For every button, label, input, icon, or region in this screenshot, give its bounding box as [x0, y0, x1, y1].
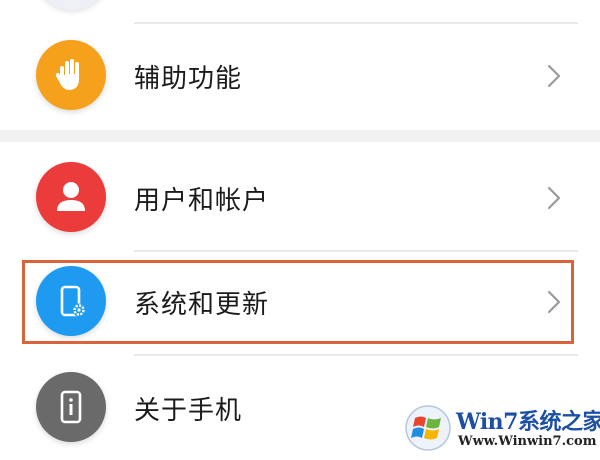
chevron-right-icon	[547, 186, 561, 210]
watermark-url: Www.Winwin7.com	[458, 434, 597, 449]
settings-item-icon-partial	[36, 0, 108, 10]
settings-screen: 辅助功能 用户和帐户 系统和更新 关于手机 Win7系统之家 Www.Winwi…	[0, 0, 600, 458]
settings-item-label: 关于手机	[134, 395, 243, 426]
settings-item-label: 辅助功能	[134, 63, 243, 94]
phone-info-icon	[36, 372, 106, 442]
watermark: Win7系统之家 Www.Winwin7.com	[400, 400, 600, 458]
settings-item-system-update[interactable]: 系统和更新	[0, 250, 600, 354]
settings-item-users[interactable]: 用户和帐户	[0, 146, 600, 250]
settings-item-label: 系统和更新	[134, 289, 270, 320]
chevron-right-icon	[547, 290, 561, 314]
chevron-right-icon	[547, 64, 561, 88]
watermark-title: Win7系统之家	[456, 409, 600, 435]
windows-logo-icon	[405, 405, 451, 451]
settings-item-accessibility[interactable]: 辅助功能	[0, 24, 600, 128]
phone-settings-icon	[36, 266, 106, 336]
section-separator	[0, 130, 600, 142]
hand-icon	[36, 40, 106, 110]
settings-item-label: 用户和帐户	[134, 185, 270, 216]
user-icon	[36, 162, 106, 232]
